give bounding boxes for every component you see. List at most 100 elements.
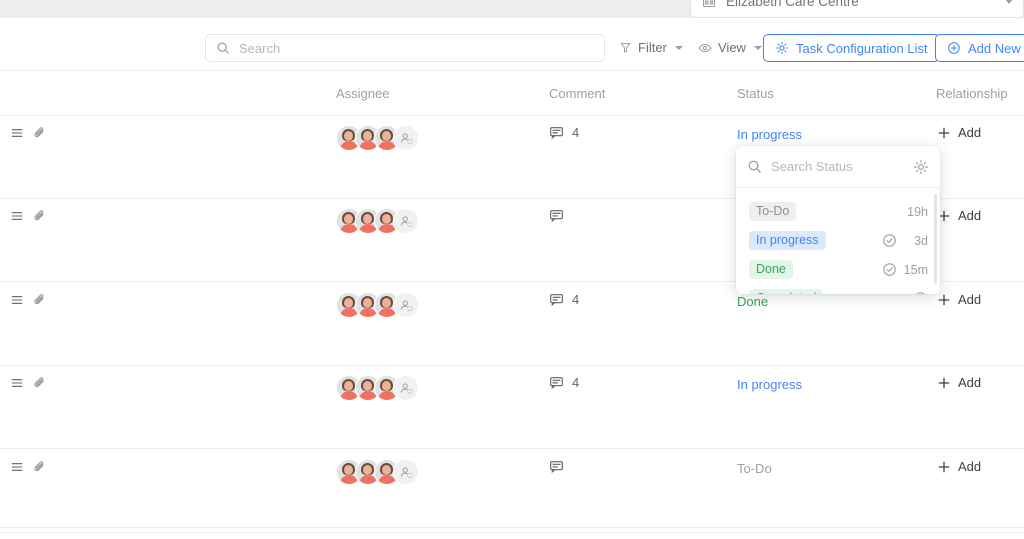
status-option[interactable]: In progress3d bbox=[736, 226, 940, 255]
task-title: ne comes here. bbox=[0, 292, 1, 307]
add-relationship-label: Add bbox=[958, 125, 981, 140]
task-configuration-list-button[interactable]: Task Configuration List bbox=[763, 34, 940, 62]
comment-icon[interactable] bbox=[549, 459, 564, 474]
comment-icon[interactable] bbox=[549, 208, 564, 223]
task-title: ne comes here. bbox=[0, 125, 1, 140]
attachment-icon[interactable] bbox=[33, 376, 47, 390]
attachment-icon[interactable] bbox=[33, 293, 47, 307]
status-duration: 15m bbox=[904, 263, 928, 277]
table-row[interactable]: ne comes here. 4 In progress Add bbox=[0, 366, 1024, 449]
add-assignee-icon[interactable] bbox=[393, 208, 419, 234]
task-configuration-list-label: Task Configuration List bbox=[796, 41, 928, 56]
comment-icon[interactable] bbox=[549, 125, 564, 140]
list-icon[interactable] bbox=[10, 460, 24, 474]
check-circle-icon[interactable] bbox=[882, 233, 897, 248]
add-assignee-icon[interactable] bbox=[393, 459, 419, 485]
status-option-label: To-Do bbox=[749, 202, 796, 221]
funnel-icon bbox=[619, 41, 632, 54]
search-icon bbox=[747, 159, 762, 174]
search-icon bbox=[216, 41, 230, 55]
list-icon[interactable] bbox=[10, 293, 24, 307]
add-assignee-icon[interactable] bbox=[393, 292, 419, 318]
status-option[interactable]: To-Do 19h bbox=[736, 197, 940, 226]
eye-icon bbox=[698, 41, 712, 55]
status-dropdown-popup[interactable]: Search Status To-Do 19h In progress3dDone1… bbox=[736, 146, 940, 294]
add-relationship-label: Add bbox=[958, 375, 981, 390]
assignee-avatars[interactable] bbox=[336, 208, 419, 234]
search-input[interactable]: Search bbox=[239, 41, 280, 56]
task-title: ne comes here. bbox=[0, 208, 1, 223]
status-value[interactable]: In progress bbox=[737, 127, 802, 142]
filter-button[interactable]: Filter bbox=[619, 40, 683, 55]
gear-icon bbox=[775, 41, 789, 55]
status-value[interactable]: In progress bbox=[737, 377, 802, 392]
add-new-button[interactable]: Add New bbox=[935, 34, 1024, 62]
add-relationship-button[interactable]: Add bbox=[937, 459, 981, 474]
comment-count: 4 bbox=[572, 292, 579, 307]
chevron-down-icon bbox=[754, 46, 762, 50]
add-relationship-label: Add bbox=[958, 208, 981, 223]
add-relationship-button[interactable]: Add bbox=[937, 292, 981, 307]
assignee-avatars[interactable] bbox=[336, 459, 419, 485]
status-search-input[interactable]: Search Status bbox=[771, 159, 904, 174]
add-new-label: Add New bbox=[968, 41, 1021, 56]
column-header-assignee: Assignee bbox=[336, 86, 389, 101]
plus-circle-icon bbox=[947, 41, 961, 55]
status-option[interactable]: Completed bbox=[736, 284, 940, 294]
check-circle-icon[interactable] bbox=[882, 262, 897, 277]
comment-icon[interactable] bbox=[549, 375, 564, 390]
add-relationship-label: Add bbox=[958, 292, 981, 307]
table-row[interactable]: ne comes here. To-Do Add bbox=[0, 450, 1024, 533]
add-relationship-button[interactable]: Add bbox=[937, 125, 981, 140]
task-title: ne comes here. bbox=[0, 375, 1, 390]
add-relationship-button[interactable]: Add bbox=[937, 375, 981, 390]
status-duration: 19h bbox=[904, 205, 928, 219]
search-box[interactable]: Search bbox=[205, 34, 605, 62]
list-icon[interactable] bbox=[10, 209, 24, 223]
plus-icon bbox=[937, 460, 951, 474]
status-option[interactable]: Done15m bbox=[736, 255, 940, 284]
table-header: Assignee Comment Status Relationship bbox=[0, 86, 1024, 116]
plus-icon bbox=[937, 293, 951, 307]
status-option-label: In progress bbox=[749, 231, 826, 250]
column-header-status: Status bbox=[737, 86, 774, 101]
status-value[interactable]: To-Do bbox=[737, 461, 772, 476]
filter-label: Filter bbox=[638, 40, 667, 55]
status-value[interactable]: Done bbox=[737, 294, 768, 309]
add-relationship-button[interactable]: Add bbox=[937, 208, 981, 223]
task-title: ne comes here. bbox=[0, 459, 1, 474]
status-option-label: Completed bbox=[749, 289, 823, 294]
view-label: View bbox=[718, 40, 746, 55]
attachment-icon[interactable] bbox=[33, 126, 47, 140]
view-button[interactable]: View bbox=[698, 40, 762, 55]
table-row[interactable]: ne comes here. 4 Done Add bbox=[0, 283, 1024, 366]
status-search-box[interactable]: Search Status bbox=[736, 146, 940, 188]
organization-name: Elizabeth Care Centre bbox=[726, 0, 996, 9]
comment-count: 4 bbox=[572, 375, 579, 390]
assignee-avatars[interactable] bbox=[336, 292, 419, 318]
list-icon[interactable] bbox=[10, 376, 24, 390]
assignee-avatars[interactable] bbox=[336, 375, 419, 401]
add-relationship-label: Add bbox=[958, 459, 981, 474]
bottom-divider bbox=[0, 527, 1024, 528]
gear-icon[interactable] bbox=[913, 159, 929, 175]
organization-selector[interactable]: Elizabeth Care Centre bbox=[690, 0, 1024, 18]
list-icon[interactable] bbox=[10, 126, 24, 140]
assignee-avatars[interactable] bbox=[336, 125, 419, 151]
chevron-down-icon bbox=[1005, 0, 1013, 4]
popup-scrollbar[interactable] bbox=[934, 194, 937, 284]
column-header-relationship: Relationship bbox=[936, 86, 1008, 101]
building-icon bbox=[701, 0, 717, 9]
chevron-down-icon bbox=[675, 46, 683, 50]
attachment-icon[interactable] bbox=[33, 460, 47, 474]
add-assignee-icon[interactable] bbox=[393, 375, 419, 401]
task-list-page: Elizabeth Care Centre Search Filter View bbox=[0, 0, 1024, 539]
status-option-list: To-Do 19h In progress3dDone15m Completed bbox=[736, 188, 940, 294]
toolbar-divider bbox=[0, 70, 1024, 71]
add-assignee-icon[interactable] bbox=[393, 125, 419, 151]
column-header-comment: Comment bbox=[549, 86, 605, 101]
plus-icon bbox=[937, 126, 951, 140]
check-circle-icon[interactable] bbox=[913, 291, 928, 294]
comment-icon[interactable] bbox=[549, 292, 564, 307]
attachment-icon[interactable] bbox=[33, 209, 47, 223]
